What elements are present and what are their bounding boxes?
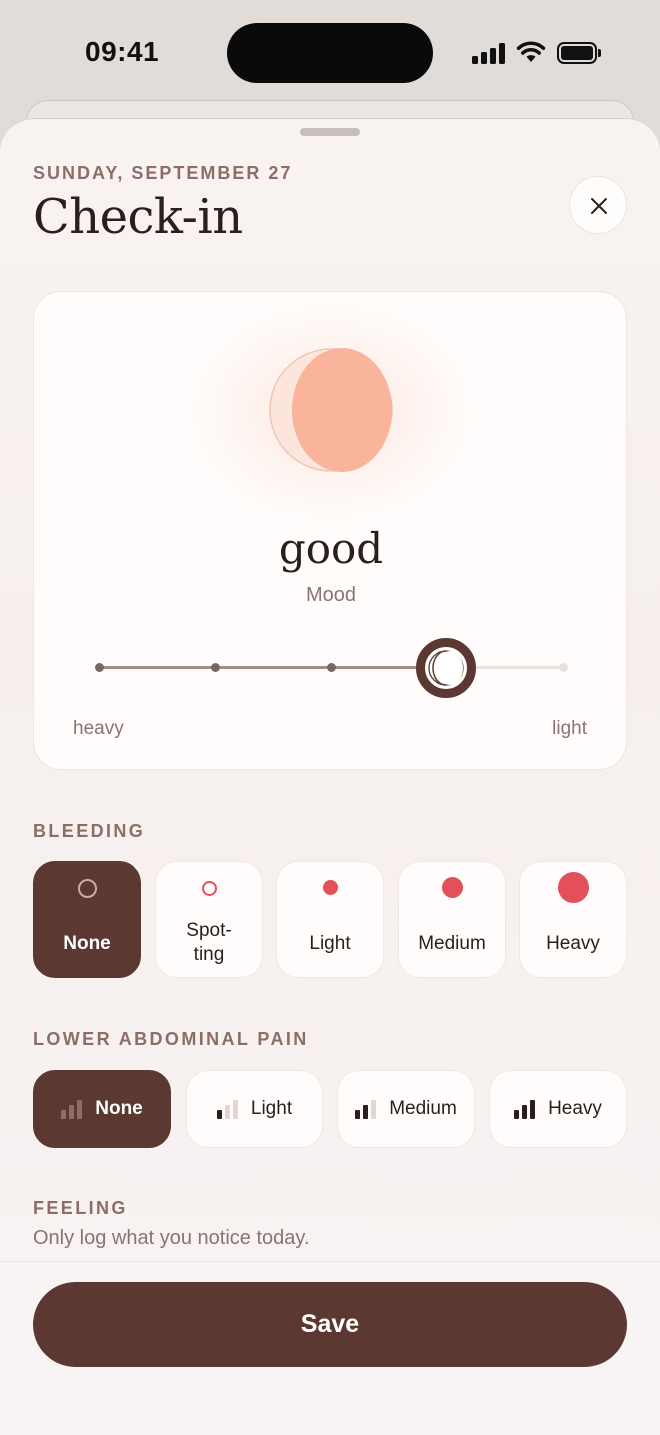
bleeding-option-label: Medium bbox=[418, 933, 486, 954]
pain-option-heavy[interactable]: Heavy bbox=[489, 1070, 627, 1148]
pain-option-label: Medium bbox=[389, 1098, 457, 1119]
ring-dot-icon bbox=[202, 881, 217, 896]
wifi-icon bbox=[516, 41, 546, 62]
status-bar: 09:41 bbox=[0, 0, 660, 100]
cellular-signal-icon bbox=[472, 42, 506, 64]
bleeding-option-spotting[interactable]: Spot- ting bbox=[155, 861, 263, 978]
slider-thumb[interactable] bbox=[416, 638, 476, 698]
pain-option-label: Heavy bbox=[548, 1098, 602, 1119]
dynamic-island bbox=[227, 23, 433, 83]
feeling-section-label: FEELING bbox=[33, 1198, 128, 1218]
save-button[interactable]: Save bbox=[33, 1282, 627, 1367]
slider-track-filled bbox=[99, 666, 446, 669]
page-title: Check-in bbox=[33, 189, 243, 245]
mood-label: Mood bbox=[305, 584, 357, 606]
check-in-sheet: SUNDAY, SEPTEMBER 27 Check-in good Mood bbox=[0, 118, 660, 1435]
save-button-label: Save bbox=[300, 1310, 360, 1338]
bleeding-option-light[interactable]: Light bbox=[276, 861, 384, 978]
medium-dot-icon bbox=[442, 877, 463, 898]
large-dot-icon bbox=[558, 872, 589, 903]
bleeding-section-label: BLEEDING bbox=[33, 821, 146, 841]
bars-icon bbox=[355, 1099, 377, 1119]
moon-thumb-icon bbox=[428, 650, 464, 686]
status-time: 09:41 bbox=[85, 36, 160, 67]
mood-value: good bbox=[278, 524, 384, 573]
bleeding-option-label: None bbox=[63, 933, 111, 954]
small-dot-icon bbox=[323, 880, 338, 895]
mood-card: good Mood heavy light bbox=[33, 291, 627, 770]
ring-dot-icon bbox=[78, 879, 97, 898]
bleeding-option-label: Heavy bbox=[546, 933, 600, 954]
bleeding-option-heavy[interactable]: Heavy bbox=[519, 861, 627, 978]
pain-option-label: None bbox=[95, 1098, 143, 1119]
footer-bar: Save bbox=[0, 1261, 660, 1435]
feeling-subtitle: Only log what you notice today. bbox=[33, 1227, 310, 1249]
bleeding-option-medium[interactable]: Medium bbox=[398, 861, 506, 978]
sheet-grabber[interactable] bbox=[300, 128, 360, 136]
bars-icon bbox=[61, 1099, 83, 1119]
bleeding-option-none[interactable]: None bbox=[33, 861, 141, 978]
pain-option-light[interactable]: Light bbox=[186, 1070, 323, 1148]
slider-stop-2[interactable] bbox=[211, 663, 220, 672]
mood-slider[interactable] bbox=[94, 637, 569, 698]
bleeding-option-label: Spot- ting bbox=[186, 920, 232, 965]
slider-stop-5[interactable] bbox=[559, 663, 568, 672]
moon-phase-icon bbox=[269, 348, 393, 472]
pain-option-none[interactable]: None bbox=[33, 1070, 171, 1148]
bleeding-option-label: Light bbox=[309, 933, 351, 954]
battery-icon bbox=[557, 42, 601, 64]
pain-section-label: LOWER ABDOMINAL PAIN bbox=[33, 1029, 309, 1049]
scale-high-label: light bbox=[552, 718, 587, 739]
slider-stop-3[interactable] bbox=[327, 663, 336, 672]
bars-icon bbox=[514, 1099, 536, 1119]
pain-option-medium[interactable]: Medium bbox=[337, 1070, 475, 1148]
scale-low-label: heavy bbox=[73, 718, 124, 739]
close-button[interactable] bbox=[569, 176, 627, 234]
pain-option-label: Light bbox=[250, 1098, 293, 1119]
date-label: SUNDAY, SEPTEMBER 27 bbox=[33, 163, 293, 183]
bars-icon bbox=[216, 1099, 239, 1119]
close-icon bbox=[591, 198, 607, 214]
slider-stop-1[interactable] bbox=[95, 663, 104, 672]
